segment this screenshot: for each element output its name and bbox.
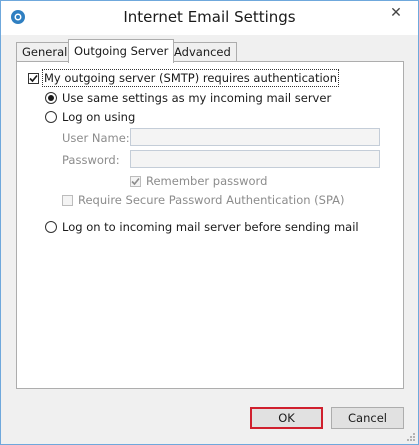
user-name-label: User Name: (62, 131, 130, 145)
spa-label: Require Secure Password Authentication (… (78, 193, 345, 207)
requires-auth-row[interactable]: My outgoing server (SMTP) requires authe… (28, 69, 339, 87)
window-title: Internet Email Settings (123, 8, 296, 26)
password-field[interactable] (130, 150, 380, 168)
tab-label: General (22, 45, 68, 59)
tab-outgoing-server[interactable]: Outgoing Server (68, 39, 175, 63)
close-icon: ✕ (390, 5, 402, 21)
log-on-incoming-label: Log on to incoming mail server before se… (62, 220, 359, 234)
remember-password-row[interactable]: Remember password (130, 174, 267, 188)
ok-button[interactable]: OK (250, 407, 323, 429)
log-on-using-row[interactable]: Log on using (45, 110, 135, 124)
checkmark-icon (29, 74, 38, 82)
log-on-using-radio[interactable] (45, 111, 57, 123)
close-button[interactable]: ✕ (380, 2, 412, 24)
requires-auth-label: My outgoing server (SMTP) requires authe… (42, 69, 339, 87)
remember-password-checkbox[interactable] (130, 175, 141, 187)
use-same-settings-label: Use same settings as my incoming mail se… (62, 91, 332, 105)
cancel-button[interactable]: Cancel (331, 407, 404, 429)
dialog-body: General Outgoing Server Advanced My outg… (1, 35, 418, 444)
log-on-incoming-radio[interactable] (45, 221, 57, 233)
log-on-using-label: Log on using (62, 110, 136, 124)
tab-label: Advanced (174, 45, 231, 59)
spa-row[interactable]: Require Secure Password Authentication (… (62, 193, 345, 207)
use-same-settings-radio[interactable] (45, 92, 57, 104)
resize-grip-icon[interactable] (406, 432, 416, 442)
tab-label: Outgoing Server (74, 44, 169, 58)
requires-auth-checkbox[interactable] (28, 72, 39, 84)
spa-checkbox[interactable] (62, 194, 73, 206)
radio-selected-dot (48, 95, 54, 101)
log-on-incoming-row[interactable]: Log on to incoming mail server before se… (45, 220, 359, 234)
internet-email-settings-dialog: Internet Email Settings ✕ General Outgoi… (0, 0, 419, 445)
outgoing-server-panel: My outgoing server (SMTP) requires authe… (16, 61, 404, 389)
tab-general[interactable]: General (16, 42, 74, 62)
title-bar[interactable]: Internet Email Settings ✕ (1, 1, 418, 35)
remember-password-label: Remember password (146, 174, 268, 188)
password-label: Password: (62, 153, 120, 167)
user-name-field[interactable] (130, 128, 380, 146)
checkmark-icon (131, 177, 140, 185)
tab-advanced[interactable]: Advanced (168, 42, 237, 62)
use-same-settings-row[interactable]: Use same settings as my incoming mail se… (45, 91, 331, 105)
